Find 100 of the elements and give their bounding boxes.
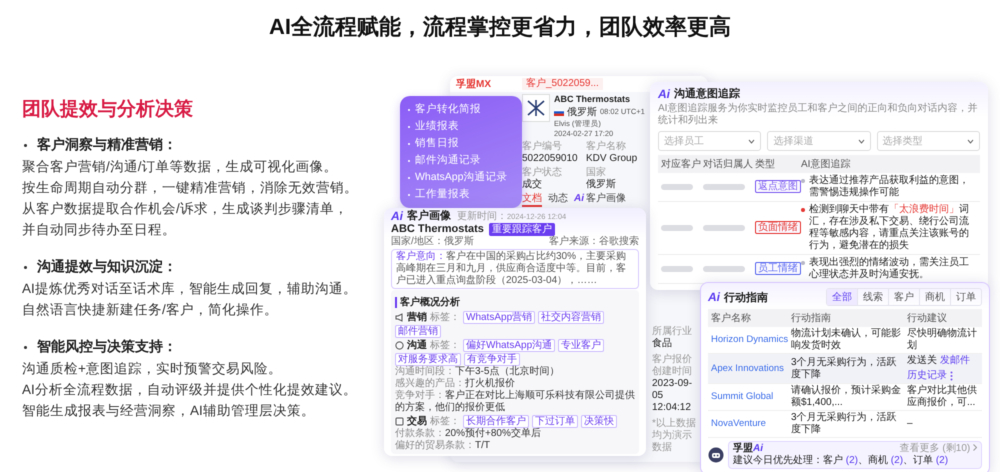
point-text: 并自动同步待办至日程。 [22, 221, 177, 239]
customer-link[interactable]: Summit Global [711, 391, 787, 403]
filter-tab[interactable]: 全部 [827, 289, 857, 305]
column-header: 对应客户 [661, 158, 702, 171]
filter-tab[interactable]: 客户 [888, 289, 919, 305]
detail-text: 感兴趣的产品：打火机报价 [395, 378, 516, 390]
section-heading: 沟通 [407, 340, 427, 352]
ai-logo: Ai [658, 88, 670, 101]
blurred-owner [703, 225, 745, 231]
menu-item[interactable]: 销售日报 [408, 135, 514, 152]
profile-tag: 专业客户 [558, 339, 604, 352]
demo-data-note: *以上数据均为演示数据 [652, 418, 697, 454]
table-row[interactable]: NovaVenture 3个月无采购行为，活跃度下降 – [708, 411, 982, 438]
chat-icon [395, 341, 404, 350]
detail-text: 竞争对手：客户正在对比上海顺可乐科技有限公司提供的方案，他们的报价更低 [395, 390, 635, 414]
brand-logo: 孚盟MX [456, 78, 492, 91]
view-more-link[interactable]: 查看更多 (剩10) [900, 443, 977, 455]
table-cell-text: 3个月无采购行为，活跃度下降 [791, 356, 898, 380]
profile-tag: 长期合作客户 [463, 415, 529, 428]
section-heading: 营销 [407, 312, 427, 324]
filter-tab[interactable]: 商机 [919, 289, 950, 305]
more-icon[interactable] [950, 371, 953, 381]
column-header: 行动建议 [907, 312, 948, 325]
assistant-name: 孚盟Ai [733, 443, 763, 454]
menu-item[interactable]: WhatsApp沟通记录 [408, 169, 514, 186]
filter-tab[interactable]: 订单 [950, 289, 981, 305]
field-value: 成交 [522, 179, 543, 191]
field-label: 客户状态 [522, 167, 563, 178]
menu-item[interactable]: 邮件沟通记录 [408, 152, 514, 169]
customer-link[interactable]: NovaVenture [711, 418, 787, 430]
customer-link[interactable]: Apex Innovations [711, 362, 787, 374]
field-label: 客户名称 [586, 141, 627, 153]
table-cell-text: 请确认报价，预计采购金额$1,400,... [791, 385, 902, 409]
chevron-down-icon [858, 138, 865, 144]
profile-tag: WhatsApp营销 [463, 311, 536, 324]
detail-tab[interactable]: Ai 客户画像 [574, 193, 626, 207]
filter-select[interactable]: 选择员工 [658, 131, 762, 151]
priority-summary: 建议今日优先处理：客户 (2)、商机 (2)、订单 (2) [733, 455, 948, 467]
document-icon [395, 417, 404, 426]
point-text: 从客户数据提取合作机会/诉求，生成谈判步骤清单， [22, 200, 349, 218]
table-cell-text: 物流计划未确认，可能影响发货时效 [791, 328, 902, 352]
profile-tag: 决策快 [581, 415, 617, 428]
ai-logo: Ai [391, 210, 403, 223]
action-link[interactable]: 历史记录 [907, 370, 947, 382]
tag-label: 标签： [430, 312, 460, 324]
column-header: 行动指南 [791, 312, 832, 325]
bullet-icon [24, 266, 27, 268]
panel-title: 行动指南 [724, 290, 768, 304]
headline: AI全流程赋能，流程掌控更省力，团队效率更高 [268, 13, 732, 41]
intent-summary: 表现出强烈的情绪波动，需关注员工心理状态并及时沟通安抚。 [809, 257, 970, 281]
detail-text: 偏好的贸易条款：T/T [395, 440, 491, 452]
chevron-down-icon [966, 138, 974, 144]
column-header: 类型 [755, 158, 776, 171]
field-value: 俄罗斯 [586, 179, 617, 191]
action-link[interactable]: 发邮件 [940, 355, 970, 367]
intent-tag: 返点意图 [755, 180, 801, 193]
point-text: AI分析全流程数据，自动评级并提供个性化提效建议。 [22, 381, 358, 399]
detail-tab[interactable]: 动态 [548, 193, 568, 207]
table-cell-text: 3个月无采购行为，活跃度下降 [791, 412, 898, 436]
blurred-customer [661, 184, 693, 190]
menu-item[interactable]: 工作量报表 [408, 186, 514, 203]
panel-title: 客户画像 [407, 210, 451, 223]
field-value: 食品 [652, 338, 673, 350]
intent-summary: 客户意向：客户在中国的采购占比约30%，主要采购高峰期在三月和九月，供应商合适度中等。目前，客户已进入重点询盘阶段（2025-03-04），…… [391, 249, 639, 289]
profile-tag: 有竞争对手 [464, 353, 520, 366]
table-row[interactable]: Summit Global 请确认报价，预计采购金额$1,400,... 客户对比其他供应商报价，可... [708, 384, 982, 411]
intent-tag: 负面情绪 [755, 221, 801, 234]
field-label: 国家 [586, 167, 607, 178]
point-title: 客户洞察与精准营销： [37, 136, 177, 154]
customer-link[interactable]: Horizon Dynamics [711, 334, 787, 346]
customer-name: ABC Thermostats [391, 223, 484, 236]
profile-tag: 下过订单 [532, 415, 578, 428]
point-text: 聚合客户营销/沟通/订单等数据，生成可视化画像。 [22, 158, 339, 176]
tag-label: 标签： [430, 416, 460, 428]
point-title: 智能风控与决策支持： [37, 338, 177, 356]
profile-tag: 对服务要求高 [395, 353, 461, 366]
filter-select[interactable]: 选择渠道 [767, 131, 871, 151]
chevron-right-icon [973, 444, 977, 451]
tag-label: 标签： [430, 340, 460, 352]
table-cell: – [907, 418, 913, 430]
menu-item[interactable]: 业绩报表 [408, 118, 514, 135]
point-text: 沟通质检+意图追踪，实时预警交易风险。 [22, 360, 283, 378]
panel-title: 沟通意图追踪 [674, 88, 740, 101]
panel-description: AI意图追踪服务为你实时监控员工和客户之间的正向和负向对话内容，并统计和列出来 [658, 103, 978, 127]
menu-item[interactable]: 客户转化简报 [408, 101, 514, 118]
point-text: 按生命周期自动分群，一键精准营销，消除无效营销。 [22, 179, 359, 197]
intent-summary: 检测到聊天中带有「太浪费时间」词汇，存在涉及私下交易、绕行公司流程等敏感内容，请重点关注该账号的行为，避免潜在的损失 [809, 204, 970, 252]
company-logo [522, 94, 550, 122]
blurred-customer [661, 225, 693, 231]
profile-tag: 邮件营销 [395, 325, 441, 338]
intent-summary: 表达通过推荐产品获取利益的意图，需警惕违规操作可能 [809, 175, 970, 199]
detail-text: 付款条款：20%预付+80%交单后 [395, 428, 542, 440]
blurred-owner [703, 184, 745, 190]
point-text: 自然语言快捷新建任务/客户，简化操作。 [22, 301, 279, 319]
filter-tab[interactable]: 线索 [857, 289, 888, 305]
column-header: 客户名称 [711, 312, 752, 325]
record-tab[interactable]: 客户_5022059... [522, 78, 603, 90]
robot-icon [708, 447, 724, 463]
filter-select[interactable]: 选择类型 [876, 131, 980, 151]
detail-text: 沟通时间段：下午3-5点（北京时间） [395, 366, 560, 378]
